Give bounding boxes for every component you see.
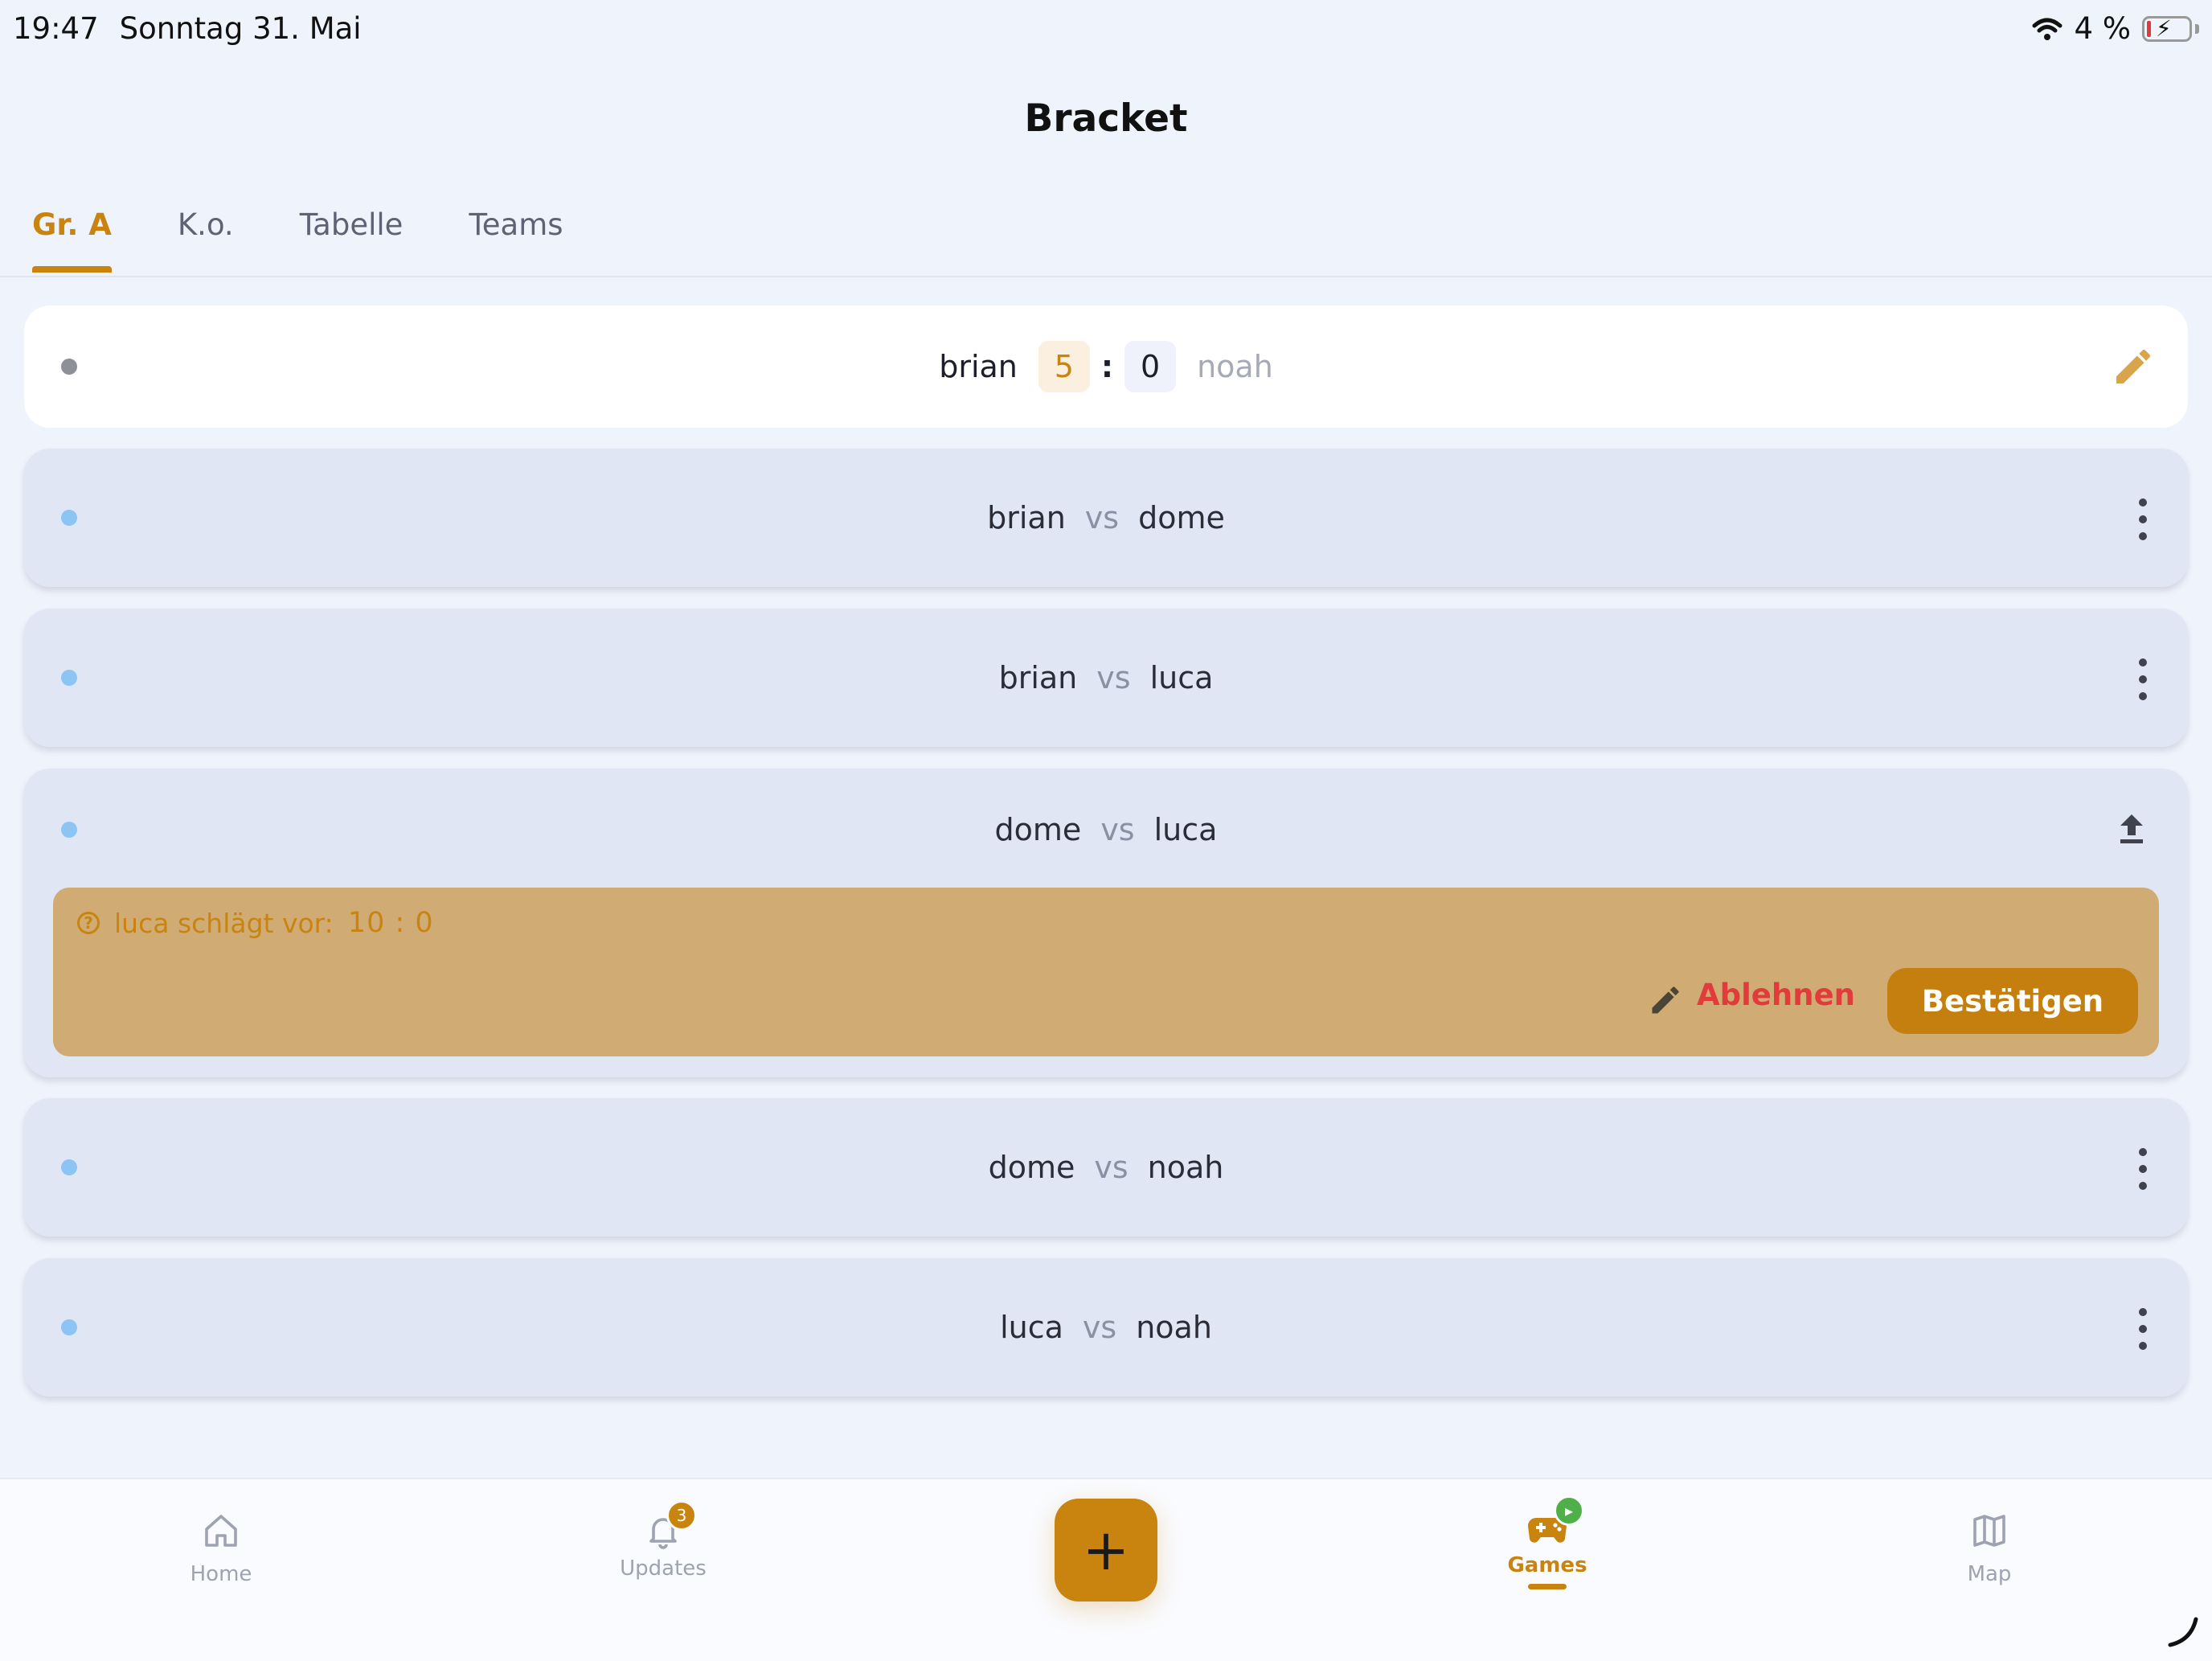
vs-label: vs (1094, 1150, 1129, 1185)
home-player: brian (987, 500, 1066, 535)
nav-updates-label: Updates (620, 1556, 707, 1581)
status-date: Sonntag 31. Mai (119, 11, 362, 46)
nav-games[interactable]: ▸ Games (1467, 1495, 1628, 1589)
edit-icon[interactable] (2111, 344, 2156, 389)
match-card[interactable]: brian vs luca (24, 609, 2188, 747)
updates-badge: 3 (666, 1500, 697, 1531)
nav-home[interactable]: Home (141, 1511, 301, 1586)
match-card[interactable]: brian 5 : 0 noah (24, 306, 2188, 428)
map-icon (1973, 1515, 2005, 1547)
home-player: brian (939, 349, 1018, 384)
bottom-nav: Home 3 Updates + ▸ Games Map (0, 1478, 2212, 1661)
home-player: luca (1000, 1310, 1063, 1345)
proposal-label: luca schlägt vor: (114, 907, 334, 939)
vs-label: vs (1100, 812, 1135, 847)
vs-label: vs (1096, 660, 1131, 695)
wifi-icon (2032, 18, 2062, 40)
question-icon: ? (77, 912, 100, 934)
status-time: 19:47 (13, 11, 99, 46)
vs-label: vs (1082, 1310, 1117, 1345)
live-badge-play-icon: ▸ (1554, 1495, 1584, 1526)
match-line: dome vs noah (24, 1150, 2188, 1185)
tab-bar: Gr. A K.o. Tabelle Teams (32, 207, 629, 273)
home-icon (205, 1515, 237, 1547)
active-indicator (1528, 1584, 1567, 1589)
score-separator: : (1100, 349, 1114, 384)
home-player: dome (988, 1150, 1075, 1185)
away-player: noah (1197, 349, 1273, 384)
match-card[interactable]: dome vs luca ? luca schlägt vor: 10 : 0 Ab… (24, 769, 2188, 1077)
corner-curve-icon (2168, 1617, 2198, 1647)
away-player: luca (1149, 660, 1214, 695)
tab-teams[interactable]: Teams (469, 207, 563, 266)
nav-updates[interactable]: 3 Updates (583, 1500, 743, 1581)
home-score: 5 (1038, 341, 1090, 392)
status-bar-right: 4 % ⚡ (2031, 11, 2199, 46)
match-line: luca vs noah (24, 1310, 2188, 1345)
more-menu-icon[interactable] (2127, 1308, 2159, 1350)
tab-divider (0, 276, 2212, 277)
home-player: dome (994, 812, 1082, 847)
edit-icon[interactable] (1648, 982, 1683, 1018)
nav-games-label: Games (1507, 1553, 1587, 1577)
page-title: Bracket (1024, 96, 1188, 141)
match-card[interactable]: brian vs dome (24, 449, 2188, 587)
match-card[interactable]: dome vs noah (24, 1098, 2188, 1237)
score-row: brian 5 : 0 noah (24, 341, 2188, 392)
more-menu-icon[interactable] (2127, 658, 2159, 700)
match-card[interactable]: luca vs noah (24, 1258, 2188, 1396)
nav-map-label: Map (1967, 1562, 2012, 1586)
away-player: noah (1147, 1150, 1224, 1185)
nav-home-label: Home (190, 1562, 252, 1586)
proposal-text: ? luca schlägt vor: 10 : 0 (77, 907, 434, 939)
away-player: luca (1153, 812, 1218, 847)
battery-icon: ⚡ (2142, 15, 2192, 42)
away-score: 0 (1124, 341, 1177, 392)
more-menu-icon[interactable] (2127, 498, 2159, 540)
tab-ko[interactable]: K.o. (178, 207, 234, 266)
tab-group-a[interactable]: Gr. A (32, 207, 112, 273)
proposal-score: 10 : 0 (347, 907, 434, 939)
nav-map[interactable]: Map (1909, 1511, 2070, 1586)
tab-table[interactable]: Tabelle (300, 207, 403, 266)
upload-icon[interactable] (2112, 809, 2151, 849)
battery-percent: 4 % (2074, 11, 2131, 46)
match-line: brian vs dome (24, 500, 2188, 535)
match-line: brian vs luca (24, 660, 2188, 695)
confirm-button[interactable]: Bestätigen (1887, 968, 2138, 1034)
more-menu-icon[interactable] (2127, 1148, 2159, 1190)
score-proposal: ? luca schlägt vor: 10 : 0 Ablehnen Best… (53, 888, 2159, 1056)
away-player: noah (1136, 1310, 1212, 1345)
status-bar-left: 19:47 Sonntag 31. Mai (13, 11, 362, 46)
vs-label: vs (1084, 500, 1120, 535)
add-button[interactable]: + (1055, 1499, 1157, 1602)
home-player: brian (998, 660, 1078, 695)
away-player: dome (1138, 500, 1225, 535)
match-line: dome vs luca (24, 812, 2188, 847)
reject-button[interactable]: Ablehnen (1697, 978, 1855, 1012)
